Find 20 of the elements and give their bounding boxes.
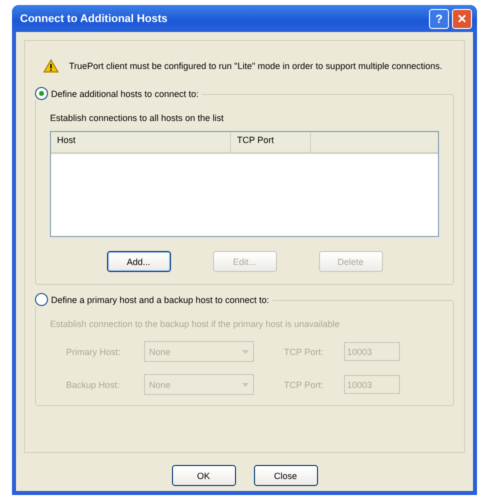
host-list[interactable]: Host TCP Port: [50, 131, 439, 237]
dialog-button[interactable]: OK: [172, 465, 236, 486]
column-header[interactable]: TCP Port: [231, 132, 311, 152]
list-description: Establish connections to all hosts on the list: [50, 113, 225, 123]
warning-text: TruePort client must be configured to run "Lite" mode in order to support multiple connections.: [69, 61, 442, 71]
warning-icon: [43, 59, 59, 73]
backup-description: Establish connection to the backup host if the primary host is unavailable: [50, 319, 341, 329]
dialog-button[interactable]: Close: [254, 465, 318, 486]
host-label: Primary Host:: [66, 346, 122, 356]
close-button[interactable]: ✕: [452, 8, 472, 28]
column-header[interactable]: Host: [51, 132, 231, 152]
caret-icon: [242, 350, 249, 354]
host-label: Backup Host:: [66, 380, 121, 390]
port-label: TCP Port:: [284, 346, 324, 356]
help-button[interactable]: ?: [429, 8, 449, 28]
caret-icon: [242, 382, 249, 386]
list-option-radio[interactable]: Define additional hosts to connect to:: [35, 87, 202, 100]
list-button[interactable]: Add...: [106, 251, 170, 272]
port-label: TCP Port:: [284, 380, 324, 390]
window-title: Connect to Additional Hosts: [20, 12, 168, 24]
